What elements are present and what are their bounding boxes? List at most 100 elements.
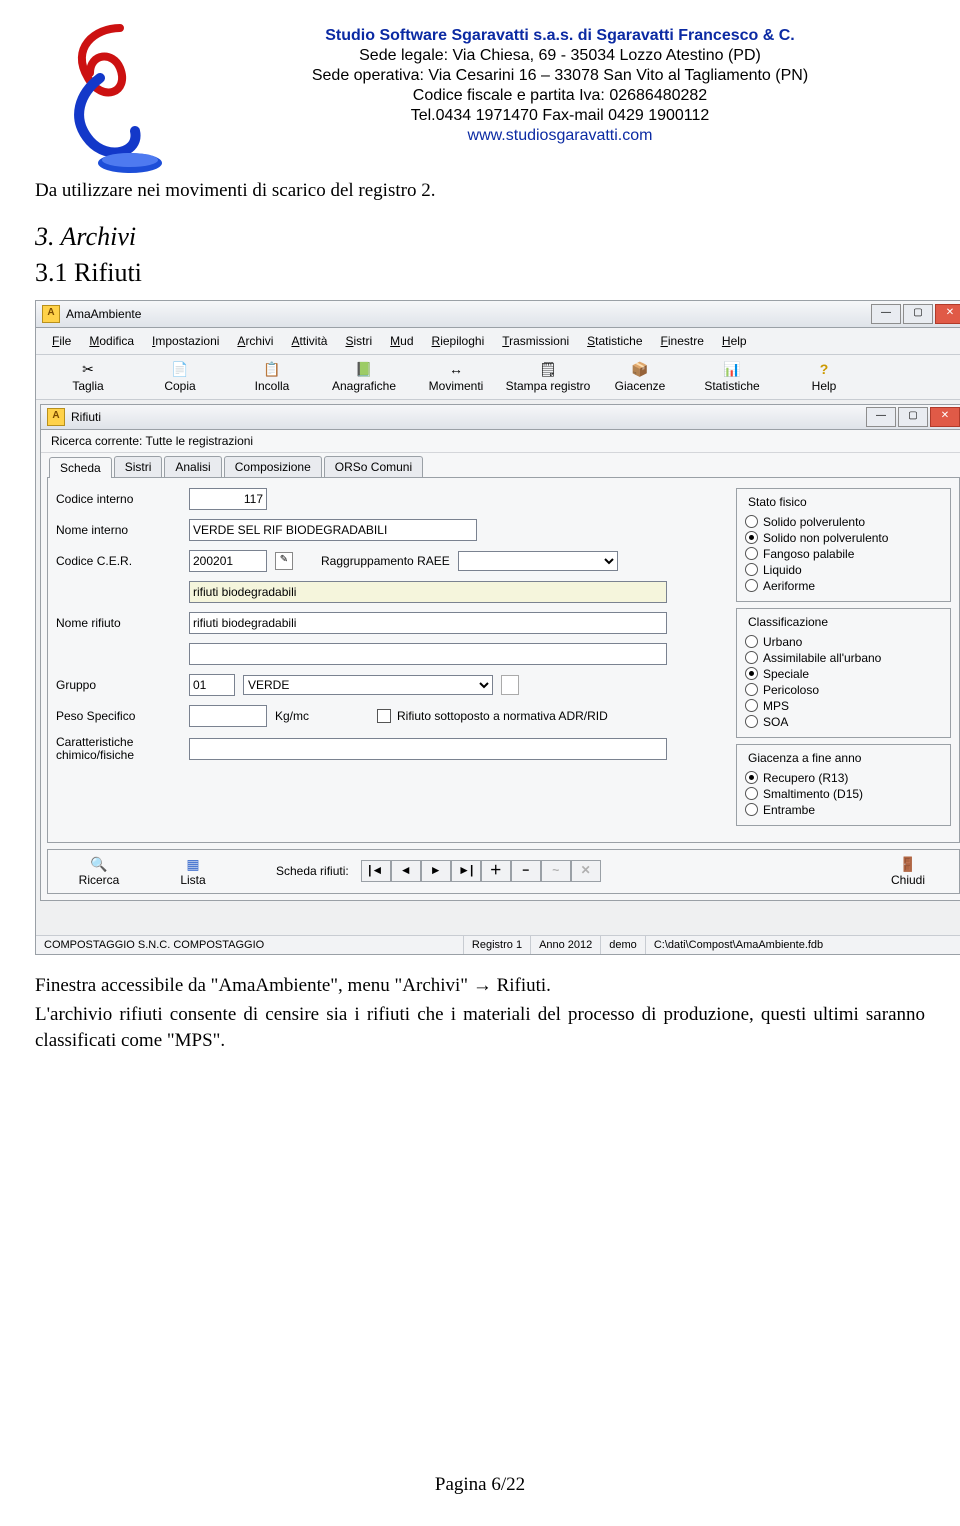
gf-opt-1[interactable]: Smaltimento (D15) — [745, 787, 942, 801]
codice-cer-input[interactable] — [189, 550, 267, 572]
intro-paragraph: Da utilizzare nei movimenti di scarico d… — [35, 178, 925, 204]
logo — [35, 18, 175, 178]
nav-delete[interactable]: − — [511, 860, 541, 882]
menu-file[interactable]: File — [46, 332, 77, 350]
menu-sistri[interactable]: Sistri — [339, 332, 378, 350]
toolbar: ✂Taglia 📄Copia 📋Incolla 📗Anagrafiche ↔Mo… — [36, 355, 960, 400]
menu-trasmissioni[interactable]: Trasmissioni — [496, 332, 575, 350]
minimize-button[interactable]: — — [871, 304, 901, 324]
cl-opt-5[interactable]: SOA — [745, 715, 942, 729]
gf-opt-2[interactable]: Entrambe — [745, 803, 942, 817]
menu-impostazioni[interactable]: Impostazioni — [146, 332, 225, 350]
desc-readonly — [189, 581, 667, 603]
menu-modifica[interactable]: Modifica — [83, 332, 140, 350]
adr-checkbox[interactable] — [377, 709, 391, 723]
after-para-2: L'archivio rifiuti consente di censire s… — [35, 1002, 925, 1053]
nome-interno-label: Nome interno — [56, 523, 181, 537]
codice-interno-input[interactable] — [189, 488, 267, 510]
sub-maximize-button[interactable]: ▢ — [898, 407, 928, 427]
tbtn-giacenze[interactable]: 📦Giacenze — [594, 359, 686, 395]
menu-mud[interactable]: Mud — [384, 332, 419, 350]
record-nav: 🔍 Ricerca ▦ Lista Scheda rifiuti: |◄ ◄ ►… — [47, 849, 960, 894]
sub-close-button[interactable]: ✕ — [930, 407, 960, 427]
company-title: Studio Software Sgaravatti s.a.s. di Sga… — [195, 26, 925, 46]
raggruppamento-select[interactable] — [458, 551, 618, 571]
tbtn-movimenti[interactable]: ↔Movimenti — [410, 359, 502, 395]
nome-interno-input[interactable] — [189, 519, 477, 541]
gruppo-label: Gruppo — [56, 678, 181, 692]
cl-opt-2[interactable]: Speciale — [745, 667, 942, 681]
chiudi-button[interactable]: 🚪 Chiudi — [867, 856, 949, 887]
company-info: Studio Software Sgaravatti s.a.s. di Sga… — [195, 18, 925, 146]
tbtn-statistiche[interactable]: 📊Statistiche — [686, 359, 778, 395]
menu-attivita[interactable]: Attività — [285, 332, 333, 350]
sf-opt-1[interactable]: Solido non polverulento — [745, 531, 942, 545]
app-icon: A — [42, 305, 60, 323]
lista-button[interactable]: ▦ Lista — [152, 856, 234, 887]
cl-opt-0[interactable]: Urbano — [745, 635, 942, 649]
sub-title-text: Rifiuti — [71, 410, 101, 424]
nav-add[interactable]: ＋ — [481, 860, 511, 882]
nome-rifiuto-label: Nome rifiuto — [56, 616, 181, 630]
sf-opt-4[interactable]: Aeriforme — [745, 579, 942, 593]
menu-help[interactable]: Help — [716, 332, 753, 350]
maximize-button[interactable]: ▢ — [903, 304, 933, 324]
door-icon: 🚪 — [867, 856, 949, 873]
tbtn-incolla[interactable]: 📋Incolla — [226, 359, 318, 395]
classificazione-group: Classificazione Urbano Assimilabile all'… — [736, 608, 951, 738]
codice-interno-label: Codice interno — [56, 492, 181, 506]
nav-prev[interactable]: ◄ — [391, 860, 421, 882]
nav-next[interactable]: ► — [421, 860, 451, 882]
new-doc-icon[interactable] — [501, 675, 519, 695]
menu-finestre[interactable]: Finestre — [655, 332, 710, 350]
main-titlebar: A AmaAmbiente — ▢ ✕ — [36, 301, 960, 328]
page-footer: Pagina 6/22 — [35, 1474, 925, 1496]
cl-opt-1[interactable]: Assimilabile all'urbano — [745, 651, 942, 665]
menu-archivi[interactable]: Archivi — [231, 332, 279, 350]
caratt-input[interactable] — [189, 738, 667, 760]
nome-rifiuto-input-2[interactable] — [189, 643, 667, 665]
nav-last[interactable]: ►| — [451, 860, 481, 882]
gruppo-code-input[interactable] — [189, 674, 235, 696]
tab-orso[interactable]: ORSo Comuni — [324, 456, 423, 477]
close-button[interactable]: ✕ — [935, 304, 960, 324]
tbtn-anagrafiche[interactable]: 📗Anagrafiche — [318, 359, 410, 395]
cl-opt-4[interactable]: MPS — [745, 699, 942, 713]
tab-sistri[interactable]: Sistri — [114, 456, 163, 477]
website-link: www.studiosgaravatti.com — [195, 126, 925, 146]
caratt-label: Caratteristiche chimico/fisiche — [56, 736, 181, 762]
cl-opt-3[interactable]: Pericoloso — [745, 683, 942, 697]
status-registro: Registro 1 — [464, 936, 531, 954]
menu-statistiche[interactable]: Statistiche — [581, 332, 648, 350]
tbtn-taglia[interactable]: ✂Taglia — [42, 359, 134, 395]
nav-cancel: ✕ — [571, 860, 601, 882]
giacenza-group: Giacenza a fine anno Recupero (R13) Smal… — [736, 744, 951, 826]
menubar: File Modifica Impostazioni Archivi Attiv… — [36, 328, 960, 355]
help-icon: ? — [778, 361, 870, 379]
tbtn-copia[interactable]: 📄Copia — [134, 359, 226, 395]
nav-first[interactable]: |◄ — [361, 860, 391, 882]
nome-rifiuto-input[interactable] — [189, 612, 667, 634]
menu-riepiloghi[interactable]: Riepiloghi — [426, 332, 491, 350]
stato-fisico-group: Stato fisico Solido polverulento Solido … — [736, 488, 951, 602]
gruppo-select[interactable]: VERDE — [243, 675, 493, 695]
search-icon: 🔍 — [58, 856, 140, 873]
ricerca-button[interactable]: 🔍 Ricerca — [58, 856, 140, 887]
tab-composizione[interactable]: Composizione — [224, 456, 322, 477]
sf-opt-2[interactable]: Fangoso palabile — [745, 547, 942, 561]
cut-icon: ✂ — [42, 361, 134, 379]
sf-opt-0[interactable]: Solido polverulento — [745, 515, 942, 529]
peso-input[interactable] — [189, 705, 267, 727]
sub-minimize-button[interactable]: — — [866, 407, 896, 427]
tabs: Scheda Sistri Analisi Composizione ORSo … — [41, 453, 960, 477]
sf-opt-3[interactable]: Liquido — [745, 563, 942, 577]
tab-scheda[interactable]: Scheda — [49, 457, 112, 478]
movements-icon: ↔ — [410, 361, 502, 379]
nav-confirm: ~ — [541, 860, 571, 882]
tbtn-stampa[interactable]: 🗒Stampa registro — [502, 359, 594, 395]
tab-analisi[interactable]: Analisi — [164, 456, 221, 477]
gf-opt-0[interactable]: Recupero (R13) — [745, 771, 942, 785]
cer-lookup-icon[interactable]: ✎ — [275, 552, 293, 570]
copy-icon: 📄 — [134, 361, 226, 379]
tbtn-help[interactable]: ?Help — [778, 359, 870, 395]
